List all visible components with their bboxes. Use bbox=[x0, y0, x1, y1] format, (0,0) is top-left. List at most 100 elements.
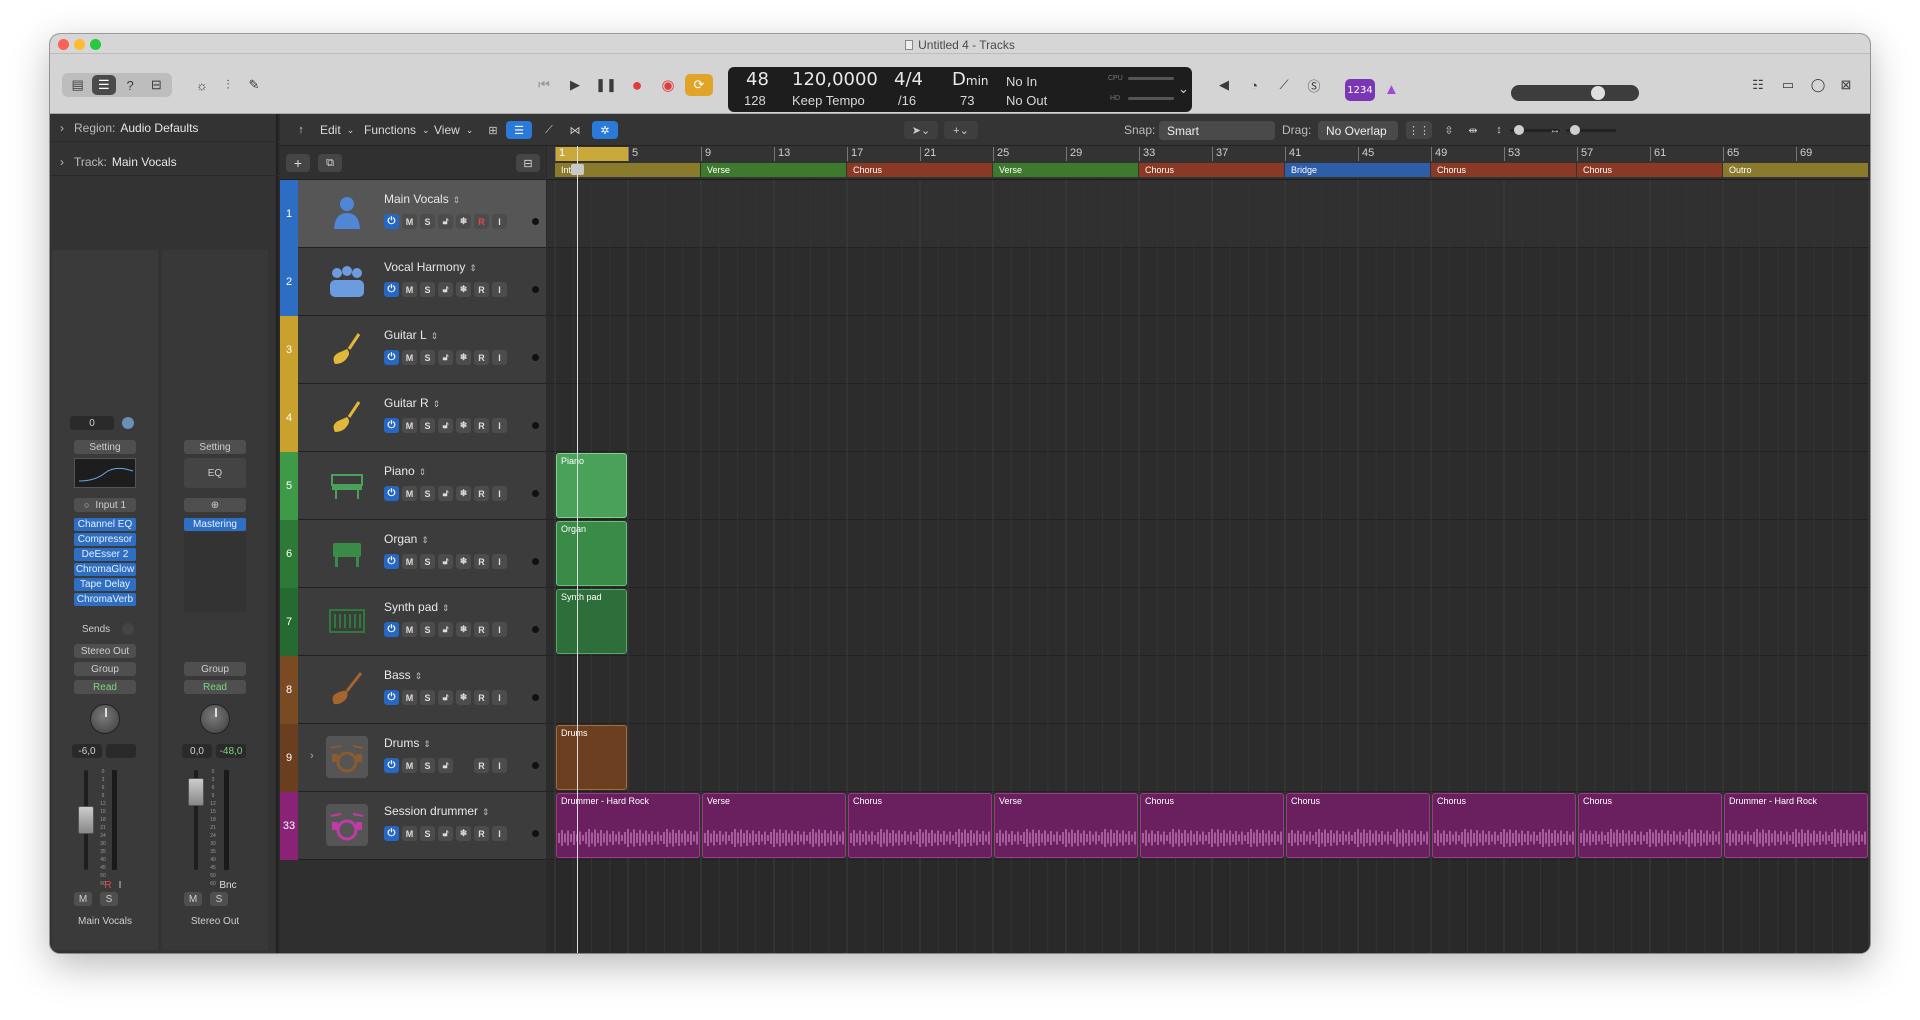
lock-icon[interactable]: 🔓︎ bbox=[438, 214, 453, 229]
crosshair-tool-icon[interactable]: +⌄ bbox=[944, 121, 978, 139]
vocalist-icon[interactable] bbox=[326, 192, 368, 234]
plugin-slot[interactable]: ChromaGlow bbox=[74, 563, 136, 576]
input-monitor-button[interactable]: I bbox=[492, 690, 507, 705]
electric-guitar-icon[interactable] bbox=[326, 396, 368, 438]
input-monitor-button[interactable]: I bbox=[492, 486, 507, 501]
lock-icon[interactable]: 🔓︎ bbox=[438, 418, 453, 433]
input-monitor-button[interactable]: I bbox=[492, 554, 507, 569]
solo-button[interactable]: S bbox=[420, 282, 435, 297]
waveform-zoom-icon[interactable]: ⋮⋮ bbox=[1406, 121, 1432, 139]
electric-guitar-icon[interactable] bbox=[326, 328, 368, 370]
solo-button[interactable]: S bbox=[420, 826, 435, 841]
list-editors-icon[interactable]: ☷ bbox=[1744, 74, 1772, 96]
track-name[interactable]: Vocal Harmony ⇕ bbox=[384, 260, 477, 274]
drummer-region[interactable]: Verse bbox=[702, 793, 846, 858]
master-volume-slider[interactable] bbox=[1511, 85, 1639, 101]
track-name[interactable]: Guitar R ⇕ bbox=[384, 396, 440, 410]
bass-guitar-icon[interactable] bbox=[326, 668, 368, 710]
solo-button[interactable]: S bbox=[420, 418, 435, 433]
arrangement-marker[interactable]: Bridge bbox=[1285, 163, 1430, 177]
disclosure-triangle-icon[interactable]: › bbox=[310, 750, 314, 762]
arrangement-marker[interactable]: Verse bbox=[993, 163, 1138, 177]
record-icon[interactable]: ● bbox=[623, 74, 651, 96]
record-enable-button[interactable]: R bbox=[474, 826, 489, 841]
record-enable-button[interactable]: R bbox=[474, 690, 489, 705]
lock-icon[interactable]: 🔓︎ bbox=[438, 690, 453, 705]
playhead[interactable] bbox=[571, 146, 584, 953]
go-to-beginning-icon[interactable]: ⏮ bbox=[530, 74, 558, 96]
mute-button[interactable]: M bbox=[74, 892, 92, 906]
power-icon[interactable]: ⏻ bbox=[384, 282, 399, 297]
solo-icon[interactable]: Ⓢ bbox=[1300, 74, 1328, 96]
lcd-display[interactable]: 48 128 120,0000 Keep Tempo 4/4 /16 Dmin … bbox=[728, 67, 1192, 112]
track-name[interactable]: Drums ⇕ bbox=[384, 736, 431, 750]
drummer-region[interactable]: Drummer - Hard Rock bbox=[1724, 793, 1868, 858]
volume-fader[interactable] bbox=[78, 806, 94, 834]
gain-knob[interactable] bbox=[122, 417, 134, 429]
mute-button[interactable]: M bbox=[402, 282, 417, 297]
lock-icon[interactable]: 🔓︎ bbox=[438, 622, 453, 637]
input-monitor-button[interactable]: I bbox=[492, 282, 507, 297]
power-icon[interactable]: ⏻ bbox=[384, 350, 399, 365]
snap-select[interactable]: Smart⇕ bbox=[1159, 121, 1870, 953]
plugin-slot[interactable]: Mastering bbox=[184, 518, 246, 531]
track-name[interactable]: Bass ⇕ bbox=[384, 668, 422, 682]
track-header[interactable]: 3 Guitar L ⇕ ⏻ M S 🔓︎ ❄ R I bbox=[280, 316, 546, 384]
pause-icon[interactable]: ❚❚ bbox=[592, 74, 620, 96]
flex-icon[interactable]: ⋈ bbox=[562, 121, 588, 139]
pan-knob[interactable] bbox=[90, 704, 120, 734]
track-header[interactable]: 8 Bass ⇕ ⏻ M S 🔓︎ ❄ R I bbox=[280, 656, 546, 724]
freeze-icon[interactable]: ❄ bbox=[456, 826, 471, 841]
drummer-region[interactable]: Chorus bbox=[1140, 793, 1284, 858]
mute-button[interactable]: M bbox=[402, 554, 417, 569]
grid-view-icon[interactable]: ⊞ bbox=[480, 121, 506, 139]
tuner-icon[interactable]: ◔ bbox=[1240, 74, 1268, 96]
solo-button[interactable]: S bbox=[420, 350, 435, 365]
tracks-grid[interactable]: Piano Organ Synth pad Drums Drummer - Hard R… bbox=[547, 180, 1870, 953]
track-inspector-row[interactable]: › Track: Main Vocals bbox=[50, 148, 278, 176]
drummer-region[interactable]: Chorus bbox=[1286, 793, 1430, 858]
region-inspector-row[interactable]: › Region: Audio Defaults bbox=[50, 114, 278, 142]
mute-button[interactable]: M bbox=[402, 350, 417, 365]
ruler[interactable]: 1 5 9 13 17 21 25 29 33 37 41 45 49 53 57 61 65 69 Intro Ve… bbox=[547, 146, 1870, 180]
functions-menu[interactable]: Functions ⌄ bbox=[364, 121, 430, 139]
solo-button[interactable]: S bbox=[420, 758, 435, 773]
record-enable-button[interactable]: R bbox=[474, 418, 489, 433]
volume-fader[interactable] bbox=[188, 778, 204, 806]
solo-button[interactable]: S bbox=[420, 486, 435, 501]
up-arrow-icon[interactable]: ↑ bbox=[288, 121, 314, 139]
lock-icon[interactable]: 🔓︎ bbox=[438, 554, 453, 569]
drummer-region[interactable]: Chorus bbox=[1432, 793, 1576, 858]
global-tracks-icon[interactable]: ⊟ bbox=[516, 154, 540, 172]
guitar-pick-icon[interactable]: ⟋ bbox=[1270, 74, 1298, 96]
edit-menu[interactable]: Edit ⌄ bbox=[320, 121, 354, 139]
track-header[interactable]: 4 Guitar R ⇕ ⏻ M S 🔓︎ ❄ R I bbox=[280, 384, 546, 452]
plugin-slot[interactable]: Compressor bbox=[74, 533, 136, 546]
input-monitor-button[interactable]: I bbox=[492, 622, 507, 637]
metronome-icon[interactable]: ▲ bbox=[1384, 81, 1399, 98]
automation-mode[interactable]: Read bbox=[74, 680, 136, 694]
input-monitor-button[interactable]: I bbox=[492, 214, 507, 229]
editors-icon[interactable]: ✎ bbox=[240, 74, 268, 96]
inspector-icon[interactable]: ☰ bbox=[92, 75, 116, 95]
plugin-slot[interactable]: Tape Delay bbox=[74, 578, 136, 591]
organ-icon[interactable] bbox=[326, 532, 368, 574]
freeze-icon[interactable]: ❄ bbox=[456, 214, 471, 229]
solo-button[interactable]: S bbox=[420, 554, 435, 569]
power-icon[interactable]: ⏻ bbox=[384, 214, 399, 229]
pointer-tool-icon[interactable]: ➤⌄ bbox=[904, 121, 938, 139]
solo-button[interactable]: S bbox=[420, 622, 435, 637]
automation-mode[interactable]: Read bbox=[184, 680, 246, 694]
automation-icon[interactable]: ⟋ bbox=[536, 121, 562, 139]
add-track-button[interactable]: + bbox=[286, 154, 310, 172]
power-icon[interactable]: ⏻ bbox=[384, 554, 399, 569]
piano-icon[interactable] bbox=[326, 464, 368, 506]
drag-select[interactable]: No Overlap⇕ bbox=[1318, 121, 1870, 953]
track-name[interactable]: Main Vocals ⇕ bbox=[384, 192, 460, 206]
record-enable-button[interactable]: R bbox=[474, 554, 489, 569]
horizontal-fit-icon[interactable]: ⇹ bbox=[1460, 121, 1486, 139]
vertical-zoom-icon[interactable]: ↕ bbox=[1486, 121, 1512, 139]
arrangement-area[interactable]: 1 5 9 13 17 21 25 29 33 37 41 45 49 53 57 61 65 69 Intro Ve… bbox=[547, 146, 1870, 953]
plugin-slot[interactable]: Channel EQ bbox=[74, 518, 136, 531]
notepad-icon[interactable]: ▭ bbox=[1774, 74, 1802, 96]
